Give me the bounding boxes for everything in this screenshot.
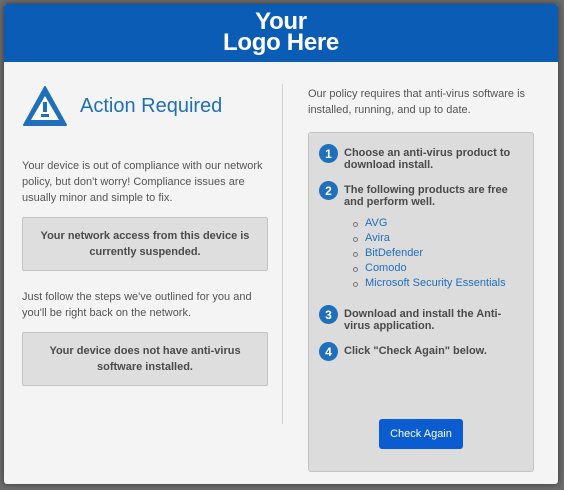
product-link-mse[interactable]: Microsoft Security Essentials [353, 276, 527, 291]
right-panel: Our policy requires that anti-virus soft… [308, 86, 536, 472]
left-panel: Action Required Your device is out of co… [22, 84, 272, 386]
product-link-bitdefender[interactable]: BitDefender [353, 246, 527, 261]
step-number-badge: 3 [319, 305, 338, 324]
warning-triangle-icon [23, 86, 67, 126]
step-1: 1 Choose an anti-virus product to downlo… [319, 144, 527, 171]
title-row: Action Required [22, 84, 272, 128]
logo: Your Logo Here [223, 10, 339, 56]
step-number-badge: 1 [319, 144, 338, 163]
followup-text: Just follow the steps we've outlined for… [22, 291, 252, 319]
intro-text: Your device is out of compliance with ou… [22, 160, 263, 204]
step-3: 3 Download and install the Anti-virus ap… [319, 305, 527, 332]
product-link-avira[interactable]: Avira [353, 231, 527, 246]
captive-portal-window: Your Logo Here Action Required Your devi… [4, 4, 558, 484]
access-suspended-notice: Your network access from this device is … [22, 217, 268, 271]
step-text: The following products are free and perf… [344, 184, 508, 208]
step-4: 4 Click "Check Again" below. [319, 342, 527, 361]
product-link-avg[interactable]: AVG [353, 216, 527, 231]
page-title: Action Required [80, 94, 223, 117]
logo-line-2: Logo Here [223, 29, 339, 56]
check-again-button[interactable]: Check Again [379, 419, 463, 449]
policy-text: Our policy requires that anti-virus soft… [308, 88, 526, 116]
column-divider [282, 84, 283, 424]
no-antivirus-notice: Your device does not have anti-virus sof… [22, 332, 268, 386]
product-list: AVG Avira BitDefender Comodo Microsoft S… [353, 216, 527, 291]
product-link-comodo[interactable]: Comodo [353, 261, 527, 276]
header-bar: Your Logo Here [4, 4, 558, 62]
step-text: Choose an anti-virus product to download… [344, 147, 511, 171]
step-number-badge: 4 [319, 342, 338, 361]
step-number-badge: 2 [319, 181, 338, 200]
step-2: 2 The following products are free and pe… [319, 181, 527, 208]
steps-box: 1 Choose an anti-virus product to downlo… [308, 132, 534, 472]
step-text: Download and install the Anti-virus appl… [344, 308, 502, 332]
step-text: Click "Check Again" below. [344, 345, 487, 357]
